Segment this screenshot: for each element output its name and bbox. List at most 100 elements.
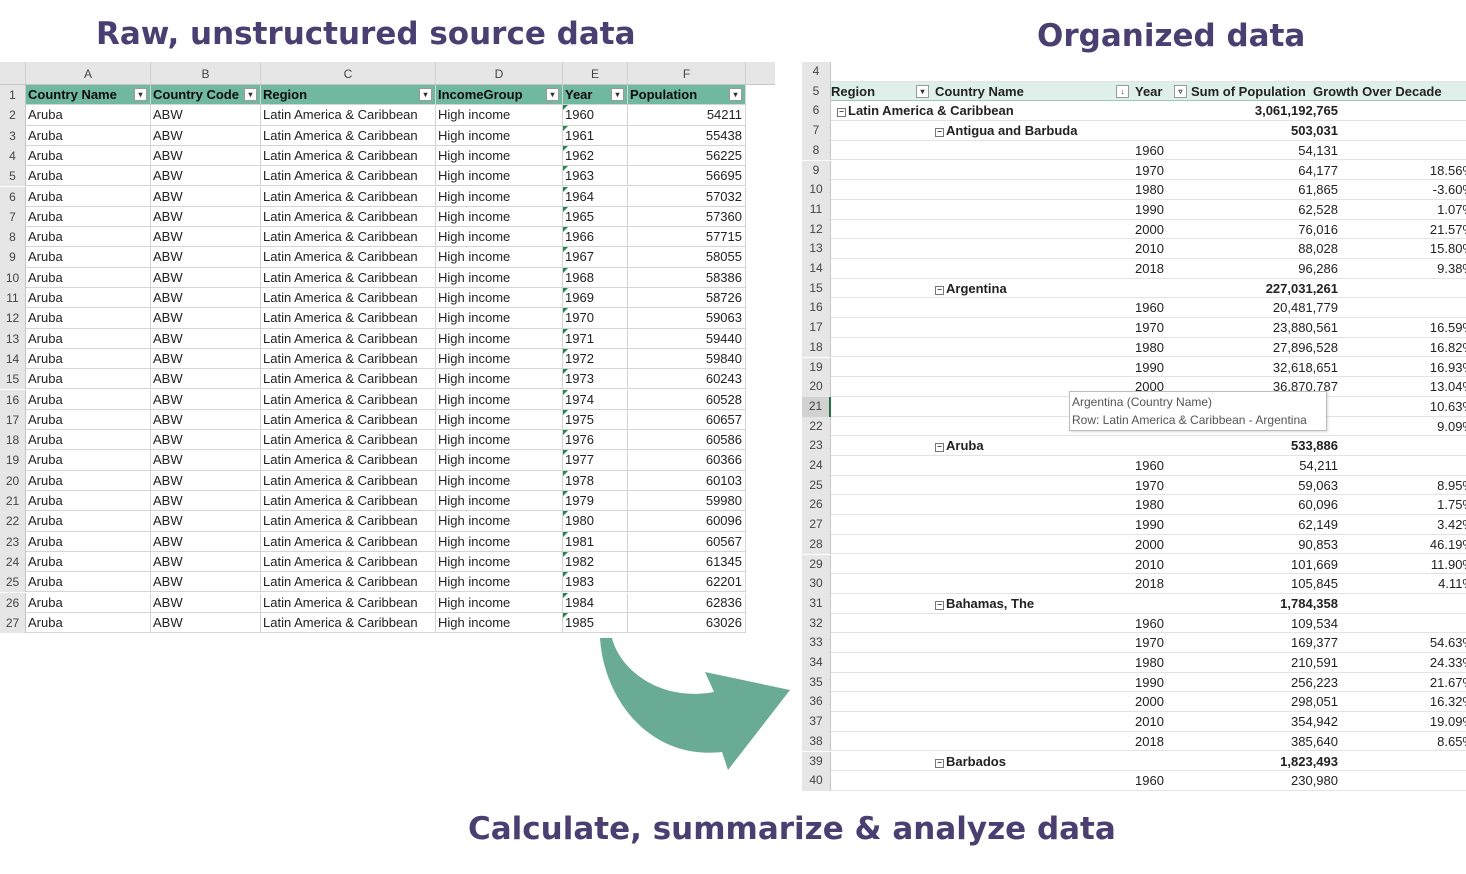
header-cell[interactable]: IncomeGroup ▾ [436,85,563,105]
row-number[interactable]: 12 [0,308,26,329]
data-cell[interactable]: Aruba [26,450,151,470]
growth-cell[interactable]: 1.07% [1311,200,1466,219]
data-cell[interactable]: High income [436,389,563,409]
year-cell[interactable]: 2000 [1135,535,1164,554]
data-cell[interactable]: High income [436,430,563,450]
data-cell[interactable]: 1972 [563,348,628,369]
data-cell[interactable]: Latin America & Caribbean [261,409,436,430]
row-number[interactable]: 7 [0,206,26,228]
year-cell[interactable]: 1960 [1135,456,1164,475]
data-cell[interactable]: ABW [151,125,261,145]
year-cell[interactable]: 2000 [1135,220,1164,239]
data-cell[interactable]: High income [436,551,563,572]
row-number[interactable]: 30 [802,574,831,594]
data-cell[interactable]: Aruba [26,470,151,490]
country-label[interactable]: − Argentina [935,279,1007,298]
data-cell[interactable]: High income [436,369,563,389]
row-number[interactable]: 9 [802,160,831,181]
row-number[interactable]: 3 [0,125,26,146]
data-cell[interactable]: 62836 [628,592,746,612]
data-cell[interactable]: Latin America & Caribbean [261,470,436,490]
data-cell[interactable]: Aruba [26,551,151,572]
data-cell[interactable]: High income [436,227,563,247]
header-cell[interactable]: Year ▾ [563,85,628,105]
data-cell[interactable]: Aruba [26,145,151,166]
data-cell[interactable]: Aruba [26,247,151,267]
growth-cell[interactable]: 9.38% [1311,259,1466,278]
data-cell[interactable]: 1980 [563,511,628,531]
data-cell[interactable]: 1976 [563,430,628,450]
data-cell[interactable]: High income [436,612,563,633]
year-cell[interactable]: 1990 [1135,673,1164,692]
data-cell[interactable]: 56695 [628,166,746,186]
data-cell[interactable]: Aruba [26,369,151,389]
filter-dropdown-icon[interactable]: ▾ [419,88,432,101]
data-cell[interactable]: Aruba [26,511,151,531]
row-number[interactable]: 15 [0,369,26,390]
data-cell[interactable]: Aruba [26,186,151,206]
data-cell[interactable]: Aruba [26,328,151,348]
collapse-icon[interactable]: − [935,285,944,295]
collapse-icon[interactable]: − [935,600,944,610]
data-cell[interactable]: Latin America & Caribbean [261,247,436,267]
row-number[interactable]: 32 [802,613,831,634]
year-cell[interactable]: 1970 [1135,633,1164,652]
data-cell[interactable]: 60243 [628,369,746,389]
row-number[interactable]: 26 [0,592,26,613]
data-cell[interactable]: ABW [151,247,261,267]
growth-cell[interactable] [1311,298,1466,317]
column-header-c[interactable]: C [261,62,436,84]
data-cell[interactable]: High income [436,166,563,186]
column-header-e[interactable]: E [563,62,628,84]
data-cell[interactable]: ABW [151,612,261,633]
pivot-header-cell[interactable]: Year ▿ [1135,82,1189,101]
data-cell[interactable]: ABW [151,450,261,470]
data-cell[interactable]: ABW [151,572,261,592]
data-cell[interactable]: Aruba [26,166,151,186]
data-cell[interactable]: 57360 [628,206,746,227]
row-number[interactable]: 16 [802,298,831,319]
data-cell[interactable]: Latin America & Caribbean [261,348,436,369]
data-cell[interactable]: Latin America & Caribbean [261,511,436,531]
year-cell[interactable]: 1960 [1135,298,1164,317]
row-number[interactable]: 20 [802,377,831,397]
data-cell[interactable]: ABW [151,328,261,348]
row-number[interactable]: 39 [802,751,831,772]
data-cell[interactable]: ABW [151,348,261,369]
data-cell[interactable]: 60096 [628,511,746,531]
sort-icon[interactable]: ↓ [1116,84,1129,98]
data-cell[interactable]: High income [436,348,563,369]
country-label[interactable]: − Aruba [935,436,984,455]
header-cell[interactable]: Country Code ▾ [151,85,261,105]
year-cell[interactable]: 2018 [1135,574,1164,593]
data-cell[interactable]: High income [436,105,563,125]
data-cell[interactable]: Latin America & Caribbean [261,186,436,206]
row-number[interactable]: 31 [802,593,831,614]
data-cell[interactable]: 56225 [628,145,746,166]
year-cell[interactable]: 2010 [1135,555,1164,574]
collapse-icon[interactable]: − [935,443,944,453]
year-cell[interactable]: 1990 [1135,358,1164,377]
column-header-a[interactable]: A [26,62,151,84]
row-number[interactable]: 16 [0,389,26,410]
data-cell[interactable]: High income [436,470,563,490]
collapse-icon[interactable]: − [837,108,846,118]
data-cell[interactable]: ABW [151,531,261,551]
year-cell[interactable]: 2010 [1135,239,1164,258]
data-cell[interactable]: Aruba [26,430,151,450]
growth-cell[interactable] [1311,456,1466,475]
column-header-b[interactable]: B [151,62,261,84]
row-number[interactable]: 40 [802,771,831,791]
data-cell[interactable]: 57715 [628,227,746,247]
year-cell[interactable]: 2000 [1135,692,1164,711]
country-label[interactable]: − Bahamas, The [935,594,1034,613]
row-number[interactable]: 25 [802,475,831,496]
year-cell[interactable]: 1970 [1135,318,1164,337]
data-cell[interactable]: ABW [151,369,261,389]
data-cell[interactable]: Aruba [26,227,151,247]
data-cell[interactable]: High income [436,206,563,227]
row-number[interactable]: 11 [802,199,831,220]
year-cell[interactable]: 1970 [1135,476,1164,495]
row-number[interactable]: 17 [0,409,26,431]
data-cell[interactable]: 59063 [628,308,746,328]
